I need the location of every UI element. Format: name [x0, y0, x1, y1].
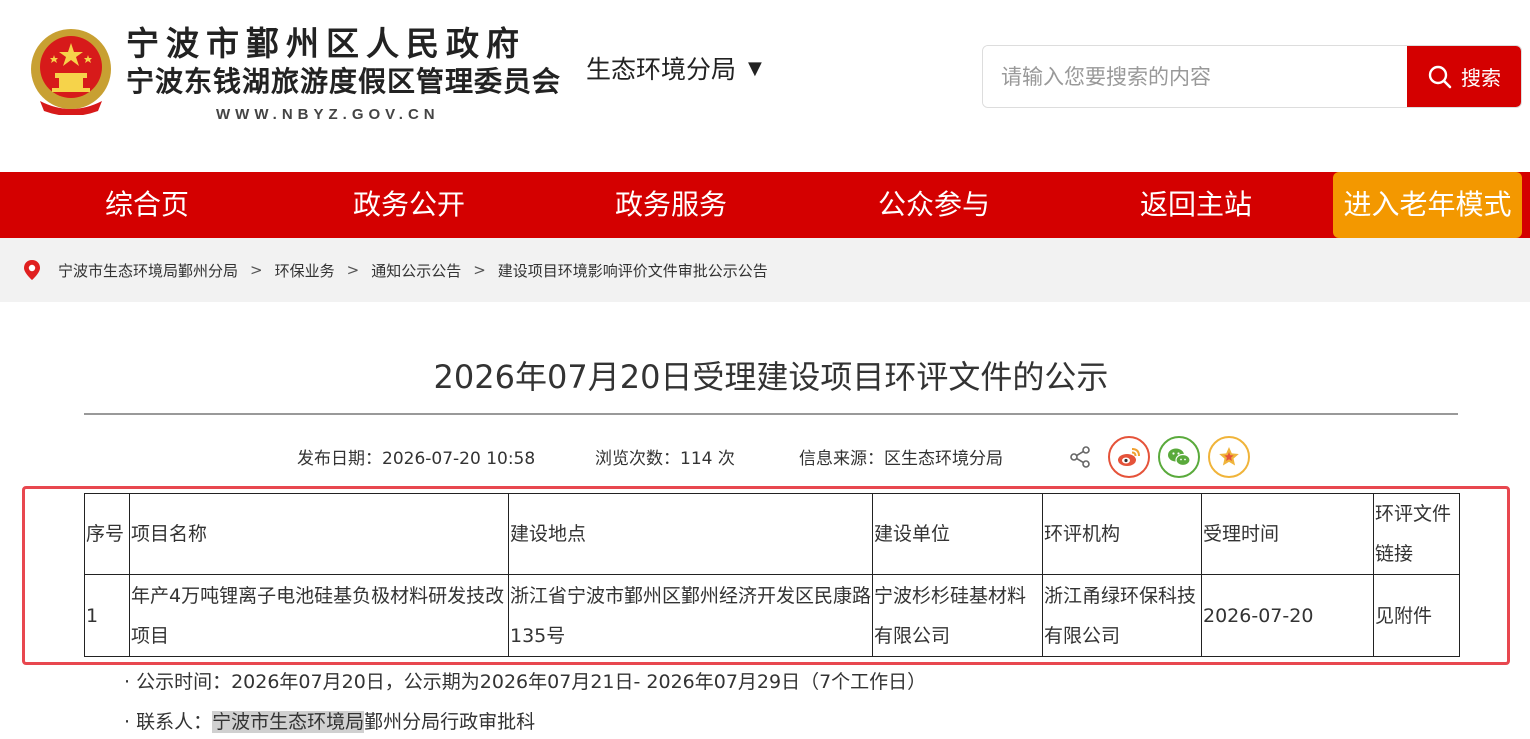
- share-icon: [1070, 446, 1090, 468]
- search-button-label: 搜索: [1461, 66, 1501, 90]
- search-input[interactable]: [983, 46, 1407, 107]
- site-name: 宁波市鄞州区人民政府 宁波东钱湖旅游度假区管理委员会 WWW.NBYZ.GOV.…: [126, 24, 561, 123]
- breadcrumb-item-env-business[interactable]: 环保业务: [275, 260, 335, 281]
- table-header-cell: 环评文件链接: [1373, 493, 1460, 575]
- table-header-cell: 建设单位: [872, 493, 1043, 575]
- nav-item-participation[interactable]: 公众参与: [878, 172, 990, 238]
- nav-item-gov-affairs[interactable]: 政务公开: [353, 172, 465, 238]
- breadcrumb-item-eia-notices[interactable]: 建设项目环境影响评价文件审批公示公告: [498, 260, 768, 281]
- share-bar: [1068, 436, 1250, 478]
- table-cell-index: 1: [84, 574, 130, 657]
- info-source: 信息来源：区生态环境分局: [799, 449, 1003, 469]
- table-header-cell: 受理时间: [1201, 493, 1374, 575]
- table-header-cell: 建设地点: [508, 493, 873, 575]
- star-icon: [1219, 447, 1239, 466]
- elder-mode-button[interactable]: 进入老年模式: [1333, 172, 1522, 238]
- view-count: 浏览次数：114 次: [595, 449, 735, 469]
- table-row: 1 年产4万吨锂离子电池硅基负极材料研发技改项目 浙江省宁波市鄞州区鄞州经济开发…: [84, 574, 1460, 657]
- contact-highlight: 宁波市生态环境局: [212, 711, 365, 733]
- favorite-button[interactable]: [1208, 436, 1250, 478]
- search-button[interactable]: 搜索: [1407, 46, 1521, 107]
- table-cell-project-name: 年产4万吨锂离子电池硅基负极材料研发技改项目: [129, 574, 509, 657]
- table-cell-file-link[interactable]: 见附件: [1373, 574, 1460, 657]
- table-cell-location: 浙江省宁波市鄞州区鄞州经济开发区民康路135号: [508, 574, 873, 657]
- site-url: WWW.NBYZ.GOV.CN: [216, 106, 440, 123]
- nav-item-gov-service[interactable]: 政务服务: [615, 172, 727, 238]
- wechat-icon: [1168, 448, 1191, 467]
- contact-rest: 鄞州分局行政审批科: [364, 711, 536, 733]
- table-header-cell: 项目名称: [129, 493, 509, 575]
- page-title: 2026年07月20日受理建设项目环评文件的公示: [433, 358, 1109, 396]
- table-header-cell: 序号: [84, 493, 130, 575]
- publish-date: 发布日期：2026-07-20 10:58: [297, 449, 536, 469]
- national-emblem-icon: [31, 29, 111, 115]
- bureau-label: 生态环境分局: [586, 55, 737, 84]
- caret-down-icon: ▼: [748, 57, 762, 79]
- article-meta: 发布日期：2026-07-20 10:58 浏览次数：114 次 信息来源：区生…: [297, 444, 1003, 469]
- location-pin-icon: [24, 260, 40, 280]
- table-cell-builder: 宁波杉杉硅基材料有限公司: [872, 574, 1043, 657]
- breadcrumb-item-bureau[interactable]: 宁波市生态环境局鄞州分局: [58, 260, 238, 281]
- search-box: 搜索: [982, 45, 1522, 108]
- breadcrumb-separator: >: [473, 261, 486, 279]
- share-weibo-button[interactable]: [1108, 436, 1150, 478]
- contact-line: · 联系人：宁波市生态环境局鄞州分局行政审批科: [124, 702, 926, 739]
- breadcrumb-separator: >: [346, 261, 360, 279]
- eia-table: 序号 项目名称 建设地点 建设单位 环评机构 受理时间 环评文件链接 1 年产4…: [84, 493, 1460, 657]
- table-header-cell: 环评机构: [1042, 493, 1202, 575]
- breadcrumb-separator: >: [250, 261, 263, 279]
- table-cell-accept-date: 2026-07-20: [1201, 574, 1374, 657]
- breadcrumb-item-notices[interactable]: 通知公示公告: [371, 260, 461, 281]
- weibo-icon: [1118, 448, 1140, 466]
- search-icon: [1428, 65, 1452, 88]
- nav-item-home[interactable]: 综合页: [105, 172, 189, 238]
- table-cell-eia-agency: 浙江甬绿环保科技有限公司: [1042, 574, 1202, 657]
- contact-label: · 联系人：: [124, 711, 213, 733]
- site-name-line2: 宁波东钱湖旅游度假区管理委员会: [126, 65, 562, 98]
- notice-period: · 公示时间：2026年07月20日，公示期为2026年07月21日- 2026…: [124, 671, 927, 693]
- site-name-line1: 宁波市鄞州区人民政府: [126, 24, 526, 63]
- bureau-dropdown[interactable]: 生态环境分局 ▼: [586, 50, 762, 86]
- share-wechat-button[interactable]: [1158, 436, 1200, 478]
- notice-notes: · 公示时间：2026年07月20日，公示期为2026年07月21日- 2026…: [124, 662, 926, 739]
- site-header: 宁波市鄞州区人民政府 宁波东钱湖旅游度假区管理委员会 WWW.NBYZ.GOV.…: [0, 0, 1530, 172]
- title-divider: [84, 413, 1458, 415]
- table-header-row: 序号 项目名称 建设地点 建设单位 环评机构 受理时间 环评文件链接: [84, 493, 1460, 575]
- main-nav: 综合页 政务公开 政务服务 公众参与 返回主站 进入老年模式: [0, 172, 1530, 238]
- breadcrumb: 宁波市生态环境局鄞州分局 > 环保业务 > 通知公示公告 > 建设项目环境影响评…: [0, 238, 1530, 302]
- nav-item-main-site[interactable]: 返回主站: [1140, 172, 1252, 238]
